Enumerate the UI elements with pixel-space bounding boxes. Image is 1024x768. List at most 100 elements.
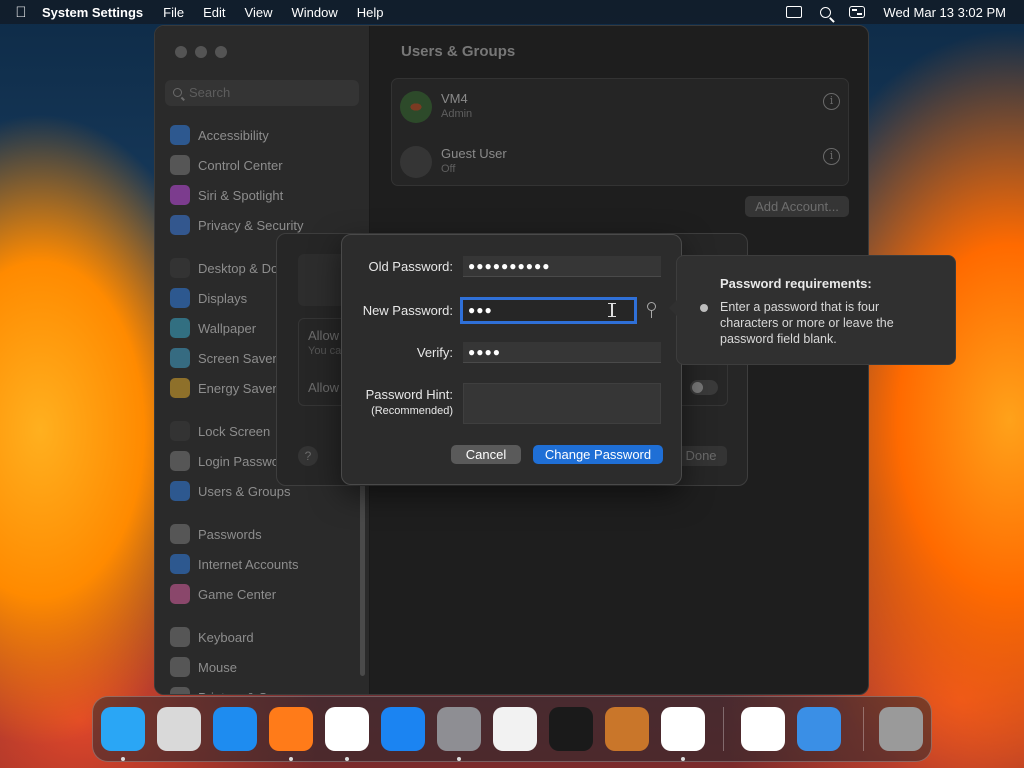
finder-icon[interactable] bbox=[101, 707, 145, 751]
sidebar-item-users-groups[interactable]: Users & Groups bbox=[170, 480, 290, 502]
sidebar-item-internet-accounts[interactable]: Internet Accounts bbox=[170, 553, 298, 575]
search-placeholder: Search bbox=[189, 85, 231, 100]
add-account-button[interactable]: Add Account... bbox=[745, 196, 849, 217]
user-row-vm4[interactable]: VM4 Admin i bbox=[400, 85, 840, 131]
apple-menu-icon[interactable]:  bbox=[0, 4, 42, 21]
terminal-icon[interactable] bbox=[549, 707, 593, 751]
running-indicator bbox=[289, 757, 293, 761]
zoom-button[interactable] bbox=[215, 46, 227, 58]
menubar-clock[interactable]: Wed Mar 13 3:02 PM bbox=[883, 5, 1006, 20]
password-assistant-key-icon[interactable] bbox=[644, 301, 658, 319]
menu-edit[interactable]: Edit bbox=[203, 5, 225, 20]
launchpad-icon[interactable] bbox=[157, 707, 201, 751]
textedit-icon[interactable] bbox=[493, 707, 537, 751]
garageband-icon[interactable] bbox=[605, 707, 649, 751]
firefox-icon[interactable] bbox=[269, 707, 313, 751]
help-button[interactable]: ? bbox=[298, 446, 318, 466]
control-center-icon[interactable] bbox=[849, 6, 866, 18]
sidebar-item-accessibility[interactable]: Accessibility bbox=[170, 124, 269, 146]
sidebar-search-input[interactable]: Search bbox=[165, 80, 359, 106]
weather-icon[interactable] bbox=[797, 707, 841, 751]
password-requirements-popover: Password requirements: Enter a password … bbox=[669, 255, 956, 365]
sidebar-item-label: Wallpaper bbox=[198, 320, 257, 336]
sidebar-item-label: Internet Accounts bbox=[198, 556, 299, 572]
users-icon bbox=[170, 481, 190, 501]
old-password-field[interactable]: ●●●●●●●●●● bbox=[463, 256, 661, 277]
menu-file[interactable]: File bbox=[163, 5, 184, 20]
running-indicator bbox=[457, 757, 461, 761]
sidebar-item-passwords[interactable]: Passwords bbox=[170, 523, 262, 545]
allow-toggle[interactable] bbox=[690, 380, 718, 395]
user-role: Off bbox=[441, 163, 456, 175]
sidebar-item-desktop-dock[interactable]: Desktop & Dock bbox=[170, 257, 291, 279]
new-password-field[interactable]: ●●● bbox=[460, 297, 637, 324]
sidebar-item-game-center[interactable]: Game Center bbox=[170, 583, 276, 605]
sidebar-item-energy-saver[interactable]: Energy Saver bbox=[170, 377, 277, 399]
change-password-dialog: Old Password: ●●●●●●●●●● New Password: ●… bbox=[341, 234, 682, 485]
sidebar-item-mouse[interactable]: Mouse bbox=[170, 656, 237, 678]
sidebar-item-label: Passwords bbox=[198, 526, 262, 542]
trash-icon[interactable] bbox=[879, 707, 923, 751]
wallpaper-icon bbox=[170, 318, 190, 338]
user-name: VM4 bbox=[441, 91, 468, 106]
running-indicator bbox=[681, 757, 685, 761]
password-hint-label: Password Hint: bbox=[365, 387, 453, 402]
cancel-button[interactable]: Cancel bbox=[451, 445, 521, 464]
sidebar-item-label: Game Center bbox=[198, 586, 277, 602]
info-icon[interactable]: i bbox=[823, 93, 840, 110]
verify-field[interactable]: ●●●● bbox=[463, 342, 661, 363]
dock-separator bbox=[723, 707, 724, 751]
running-indicator bbox=[121, 757, 125, 761]
sidebar-item-displays[interactable]: Displays bbox=[170, 287, 247, 309]
safari-icon[interactable] bbox=[213, 707, 257, 751]
password-hint-field[interactable] bbox=[463, 383, 661, 424]
change-password-button[interactable]: Change Password bbox=[533, 445, 663, 464]
menu-help[interactable]: Help bbox=[357, 5, 384, 20]
sidebar-item-label: Screen Saver bbox=[198, 350, 277, 366]
sidebar-item-lock-screen[interactable]: Lock Screen bbox=[170, 420, 270, 442]
desktop-icon bbox=[170, 258, 190, 278]
allow-option-sublabel: You ca bbox=[308, 345, 342, 357]
sidebar-item-label: Siri & Spotlight bbox=[198, 187, 284, 203]
allow-option-label-2: Allow bbox=[308, 380, 340, 395]
system-settings-icon[interactable] bbox=[437, 707, 481, 751]
sidebar-item-label: Accessibility bbox=[198, 127, 269, 143]
close-button[interactable] bbox=[175, 46, 187, 58]
sidebar-item-keyboard[interactable]: Keyboard bbox=[170, 626, 254, 648]
verify-label: Verify: bbox=[416, 345, 453, 360]
control-center-icon bbox=[170, 155, 190, 175]
app-store-icon[interactable] bbox=[381, 707, 425, 751]
sidebar-item-login-password[interactable]: Login Password bbox=[170, 450, 291, 472]
hand-icon bbox=[170, 215, 190, 235]
sidebar-item-label: Users & Groups bbox=[198, 483, 291, 499]
done-button[interactable]: Done bbox=[675, 446, 727, 466]
old-password-label: Old Password: bbox=[368, 259, 453, 274]
user-avatar[interactable] bbox=[298, 254, 346, 306]
chrome-icon[interactable] bbox=[325, 707, 369, 751]
sidebar-item-label: Privacy & Security bbox=[198, 217, 304, 233]
screen-mirroring-icon[interactable] bbox=[786, 6, 803, 18]
sidebar-item-printers-scanners[interactable]: Printers & Scanners bbox=[170, 686, 314, 694]
accessibility-icon bbox=[170, 125, 190, 145]
menu-app-name[interactable]: System Settings bbox=[42, 5, 143, 20]
menu-view[interactable]: View bbox=[245, 5, 273, 20]
page-title: Users & Groups bbox=[401, 43, 516, 60]
sidebar-item-screen-saver[interactable]: Screen Saver bbox=[170, 347, 277, 369]
user-role: Admin bbox=[441, 108, 473, 120]
displays-icon bbox=[170, 288, 190, 308]
spotlight-search-icon[interactable] bbox=[820, 6, 832, 18]
info-icon[interactable]: i bbox=[823, 148, 840, 165]
users-list: VM4 Admin i Guest User Off i bbox=[391, 78, 849, 186]
vscode-icon[interactable] bbox=[661, 707, 705, 751]
menu-bar:  System Settings File Edit View Window … bbox=[0, 0, 1024, 24]
menu-window[interactable]: Window bbox=[291, 5, 337, 20]
visual-studio-icon[interactable] bbox=[741, 707, 785, 751]
popover-requirement-text: Enter a password that is four characters… bbox=[720, 300, 894, 346]
new-password-label: New Password: bbox=[362, 303, 453, 318]
guest-avatar-icon bbox=[400, 146, 432, 178]
sidebar-item-wallpaper[interactable]: Wallpaper bbox=[170, 317, 256, 339]
minimize-button[interactable] bbox=[195, 46, 207, 58]
sidebar-item-siri-spotlight[interactable]: Siri & Spotlight bbox=[170, 184, 283, 206]
sidebar-item-control-center[interactable]: Control Center bbox=[170, 154, 283, 176]
user-row-guest[interactable]: Guest User Off i bbox=[400, 140, 840, 186]
